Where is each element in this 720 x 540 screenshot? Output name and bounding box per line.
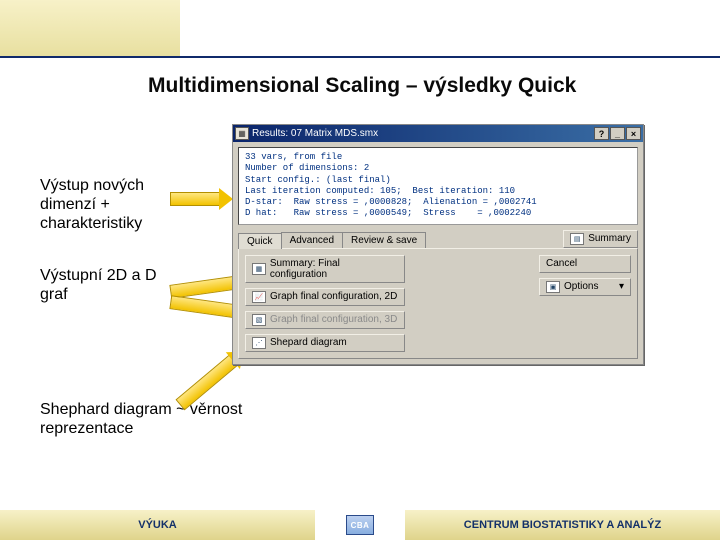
annotation-graf: Výstupní 2D a D graf: [40, 266, 180, 304]
annotation-vystup: Výstup nových dimenzí + charakteristiky: [40, 176, 180, 234]
options-button[interactable]: ▣ Options ▾: [539, 278, 631, 296]
graph-2d-button[interactable]: 📈 Graph final configuration, 2D: [245, 288, 405, 306]
window-title: Results: 07 Matrix MDS.smx: [252, 128, 593, 139]
info-line: D hat: Raw stress = ,0000549; Stress = ,…: [245, 208, 531, 218]
tabs-row: Quick Advanced Review & save ▤ Summary: [233, 230, 643, 248]
info-line: Last iteration computed: 105; Best itera…: [245, 186, 515, 196]
page-title: Multidimensional Scaling – výsledky Quic…: [148, 74, 576, 98]
chart-icon: ▧: [252, 314, 266, 326]
summary-button[interactable]: ▤ Summary: [563, 230, 638, 248]
scatter-icon: ⋰: [252, 337, 266, 349]
left-column: ▦ Summary: Final configuration 📈 Graph f…: [245, 255, 405, 352]
title-bar[interactable]: ▦ Results: 07 Matrix MDS.smx ? _ ×: [233, 125, 643, 142]
btn-label: Options: [564, 281, 598, 292]
tab-quick[interactable]: Quick: [238, 233, 282, 249]
table-icon: ▦: [252, 263, 266, 275]
annotation-shephard: Shephard diagram ~ věrnost reprezentace: [40, 400, 300, 438]
app-icon: ▦: [235, 127, 249, 140]
analysis-info: 33 vars, from file Number of dimensions:…: [238, 147, 638, 225]
btn-label: Summary: Final configuration: [270, 258, 398, 280]
minimize-button[interactable]: _: [610, 127, 625, 140]
btn-label: Shepard diagram: [270, 337, 347, 348]
footer-logo-area: CBA: [315, 510, 405, 540]
arrow-icon: [169, 275, 240, 299]
grid-icon: ▤: [570, 233, 584, 245]
summary-label: Summary: [588, 233, 631, 244]
header-rule: [0, 56, 720, 58]
arrow-icon: [170, 192, 220, 206]
info-line: D-star: Raw stress = ,0000828; Alienatio…: [245, 197, 537, 207]
cancel-button[interactable]: Cancel: [539, 255, 631, 273]
tab-advanced[interactable]: Advanced: [281, 232, 343, 248]
btn-label: Graph final configuration, 3D: [270, 314, 397, 325]
btn-label: Graph final configuration, 2D: [270, 291, 397, 302]
info-line: 33 vars, from file: [245, 152, 342, 162]
chart-icon: 📈: [252, 291, 266, 303]
footer-left: VÝUKA: [0, 510, 315, 540]
btn-label: Cancel: [546, 258, 577, 269]
close-button[interactable]: ×: [626, 127, 641, 140]
right-column: Cancel ▣ Options ▾: [539, 255, 631, 352]
header-gradient: [0, 0, 180, 56]
cba-logo: CBA: [346, 515, 374, 535]
footer-right: CENTRUM BIOSTATISTIKY A ANALÝZ: [405, 510, 720, 540]
arrow-icon: [169, 295, 240, 319]
final-configuration-button[interactable]: ▦ Summary: Final configuration: [245, 255, 405, 283]
results-dialog: ▦ Results: 07 Matrix MDS.smx ? _ × 33 va…: [232, 124, 644, 365]
options-icon: ▣: [546, 281, 560, 293]
help-button[interactable]: ?: [594, 127, 609, 140]
shepard-diagram-button[interactable]: ⋰ Shepard diagram: [245, 334, 405, 352]
info-line: Start config.: (last final): [245, 175, 391, 185]
info-line: Number of dimensions: 2: [245, 163, 369, 173]
quick-panel: ▦ Summary: Final configuration 📈 Graph f…: [238, 248, 638, 359]
chevron-down-icon: ▾: [619, 281, 624, 292]
graph-3d-button[interactable]: ▧ Graph final configuration, 3D: [245, 311, 405, 329]
tab-review-save[interactable]: Review & save: [342, 232, 426, 248]
footer: VÝUKA CBA CENTRUM BIOSTATISTIKY A ANALÝZ: [0, 510, 720, 540]
